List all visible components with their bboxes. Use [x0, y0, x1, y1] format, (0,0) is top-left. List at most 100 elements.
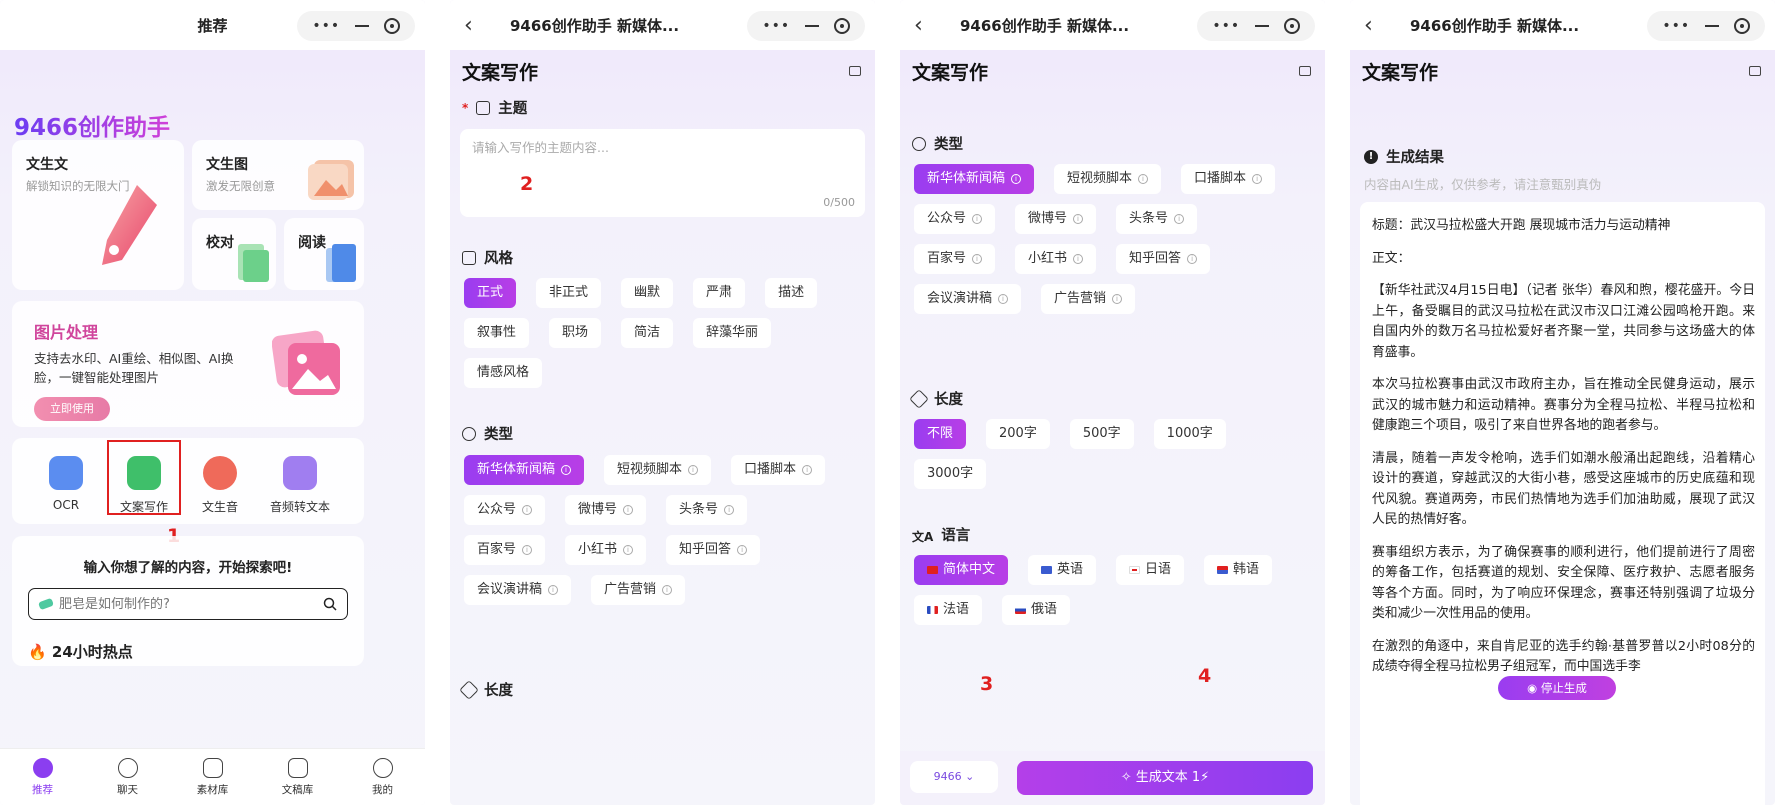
search-input[interactable] — [53, 596, 323, 612]
minimize-icon[interactable] — [354, 25, 369, 27]
length-chip[interactable]: 1000字 — [1153, 419, 1226, 449]
mini-program-capsule[interactable]: ••• — [297, 11, 415, 41]
minimize-icon[interactable] — [1704, 25, 1719, 27]
info-icon[interactable]: i — [623, 505, 634, 515]
length-chip[interactable]: 200字 — [986, 419, 1050, 449]
info-icon[interactable]: i — [972, 214, 983, 224]
type-chip[interactable]: 百家号 i — [464, 535, 546, 565]
info-icon[interactable]: i — [802, 465, 813, 475]
info-icon[interactable]: i — [972, 254, 983, 264]
info-icon[interactable]: i — [1252, 174, 1263, 184]
more-icon[interactable]: ••• — [1662, 18, 1690, 34]
more-icon[interactable]: ••• — [312, 18, 340, 34]
type-chip[interactable]: 会议演讲稿 i — [914, 284, 1022, 314]
screen-icon[interactable] — [1749, 66, 1761, 76]
stop-generation-button[interactable]: ◉ 停止生成 — [1498, 676, 1616, 700]
tab-chat[interactable]: 聊天 — [93, 757, 163, 797]
language-chip[interactable]: 英语 — [1028, 555, 1097, 585]
type-chip[interactable]: 广告营销 i — [1041, 284, 1136, 314]
info-icon[interactable]: i — [1174, 214, 1185, 224]
type-chip[interactable]: 公众号 i — [464, 495, 546, 525]
type-chip[interactable]: 口播脚本 i — [731, 455, 826, 485]
style-chip[interactable]: 叙事性 — [464, 318, 530, 348]
style-chip[interactable]: 描述 — [765, 278, 818, 308]
type-chip[interactable]: 会议演讲稿 i — [464, 575, 572, 605]
type-chip[interactable]: 知乎回答 i — [666, 535, 761, 565]
type-chip[interactable]: 小红书 i — [1015, 244, 1097, 274]
card-wenshengtu[interactable]: 文生图 激发无限创意 — [192, 140, 364, 210]
type-chip[interactable]: 广告营销 i — [591, 575, 686, 605]
back-icon[interactable]: ‹ — [1364, 13, 1373, 38]
style-chip[interactable]: 严肃 — [693, 278, 746, 308]
type-chip[interactable]: 知乎回答 i — [1116, 244, 1211, 274]
info-icon[interactable]: i — [1138, 174, 1149, 184]
info-icon[interactable]: i — [522, 505, 533, 515]
type-chip[interactable]: 小红书 i — [565, 535, 647, 565]
minimize-icon[interactable] — [1254, 25, 1269, 27]
type-chip[interactable]: 公众号 i — [914, 204, 996, 234]
screen-icon[interactable] — [1299, 66, 1311, 76]
close-target-icon[interactable] — [833, 18, 850, 34]
info-icon[interactable]: i — [1073, 214, 1084, 224]
tab-manuscripts[interactable]: 文稿库 — [263, 757, 333, 797]
type-chip[interactable]: 短视频脚本 i — [604, 455, 712, 485]
type-chip[interactable]: 新华体新闻稿 i — [914, 164, 1035, 194]
model-select[interactable]: 9466 ⌄ — [910, 761, 998, 793]
card-wenshengwen[interactable]: 文生文 解锁知识的无限大门 — [12, 140, 184, 290]
info-icon[interactable]: i — [522, 545, 533, 555]
style-chip[interactable]: 简洁 — [621, 318, 674, 348]
info-icon[interactable]: i — [1187, 254, 1198, 264]
use-now-button[interactable]: 立即使用 — [34, 397, 110, 421]
info-icon[interactable]: i — [998, 294, 1009, 304]
screen-icon[interactable] — [849, 66, 861, 76]
style-chip[interactable]: 辞藻华丽 — [693, 318, 772, 348]
style-chip[interactable]: 情感风格 — [464, 358, 543, 388]
language-chip[interactable]: 俄语 — [1002, 595, 1071, 625]
style-chip[interactable]: 幽默 — [621, 278, 674, 308]
type-chip[interactable]: 微博号 i — [1015, 204, 1097, 234]
card-jiaodui[interactable]: 校对 — [192, 218, 276, 290]
info-icon[interactable]: i — [1011, 174, 1022, 184]
mini-program-capsule[interactable]: ••• — [747, 11, 865, 41]
tool-audio-to-text[interactable]: 音频转文本 — [260, 456, 340, 515]
tab-materials[interactable]: 素材库 — [178, 757, 248, 797]
close-target-icon[interactable] — [383, 18, 400, 34]
type-chip[interactable]: 口播脚本 i — [1181, 164, 1276, 194]
minimize-icon[interactable] — [804, 25, 819, 27]
more-icon[interactable]: ••• — [762, 18, 790, 34]
length-chip[interactable]: 3000字 — [914, 459, 987, 489]
style-chip[interactable]: 职场 — [549, 318, 602, 348]
back-icon[interactable]: ‹ — [914, 13, 923, 38]
language-chip[interactable]: 法语 — [914, 595, 983, 625]
language-chip[interactable]: 日语 — [1116, 555, 1185, 585]
search-icon[interactable] — [323, 597, 337, 611]
card-yuedu[interactable]: 阅读 — [284, 218, 364, 290]
tab-recommend[interactable]: 推荐 — [8, 757, 78, 797]
info-icon[interactable]: i — [688, 465, 699, 475]
type-chip[interactable]: 微博号 i — [565, 495, 647, 525]
info-icon[interactable]: i — [548, 585, 559, 595]
tool-ocr[interactable]: OCR — [26, 456, 106, 512]
length-chip[interactable]: 500字 — [1069, 419, 1134, 449]
language-chip[interactable]: 韩语 — [1204, 555, 1273, 585]
close-target-icon[interactable] — [1733, 18, 1750, 34]
type-chip[interactable]: 头条号 i — [1116, 204, 1198, 234]
search-box[interactable] — [28, 588, 348, 620]
back-icon[interactable]: ‹ — [464, 13, 473, 38]
info-icon[interactable]: i — [623, 545, 634, 555]
tab-mine[interactable]: 我的 — [348, 757, 418, 797]
style-chip[interactable]: 正式 — [464, 278, 517, 308]
info-icon[interactable]: i — [724, 505, 735, 515]
style-chip[interactable]: 非正式 — [536, 278, 602, 308]
close-target-icon[interactable] — [1283, 18, 1300, 34]
type-chip[interactable]: 短视频脚本 i — [1054, 164, 1162, 194]
type-chip[interactable]: 百家号 i — [914, 244, 996, 274]
generate-text-button[interactable]: ✧ 生成文本 1⚡ — [1017, 761, 1313, 795]
tool-text-to-speech[interactable]: 文生音 — [180, 456, 260, 515]
mini-program-capsule[interactable]: ••• — [1647, 11, 1765, 41]
more-icon[interactable]: ••• — [1212, 18, 1240, 34]
type-chip[interactable]: 新华体新闻稿 i — [464, 455, 585, 485]
info-icon[interactable]: i — [1112, 294, 1123, 304]
info-icon[interactable]: i — [1073, 254, 1084, 264]
type-chip[interactable]: 头条号 i — [666, 495, 748, 525]
